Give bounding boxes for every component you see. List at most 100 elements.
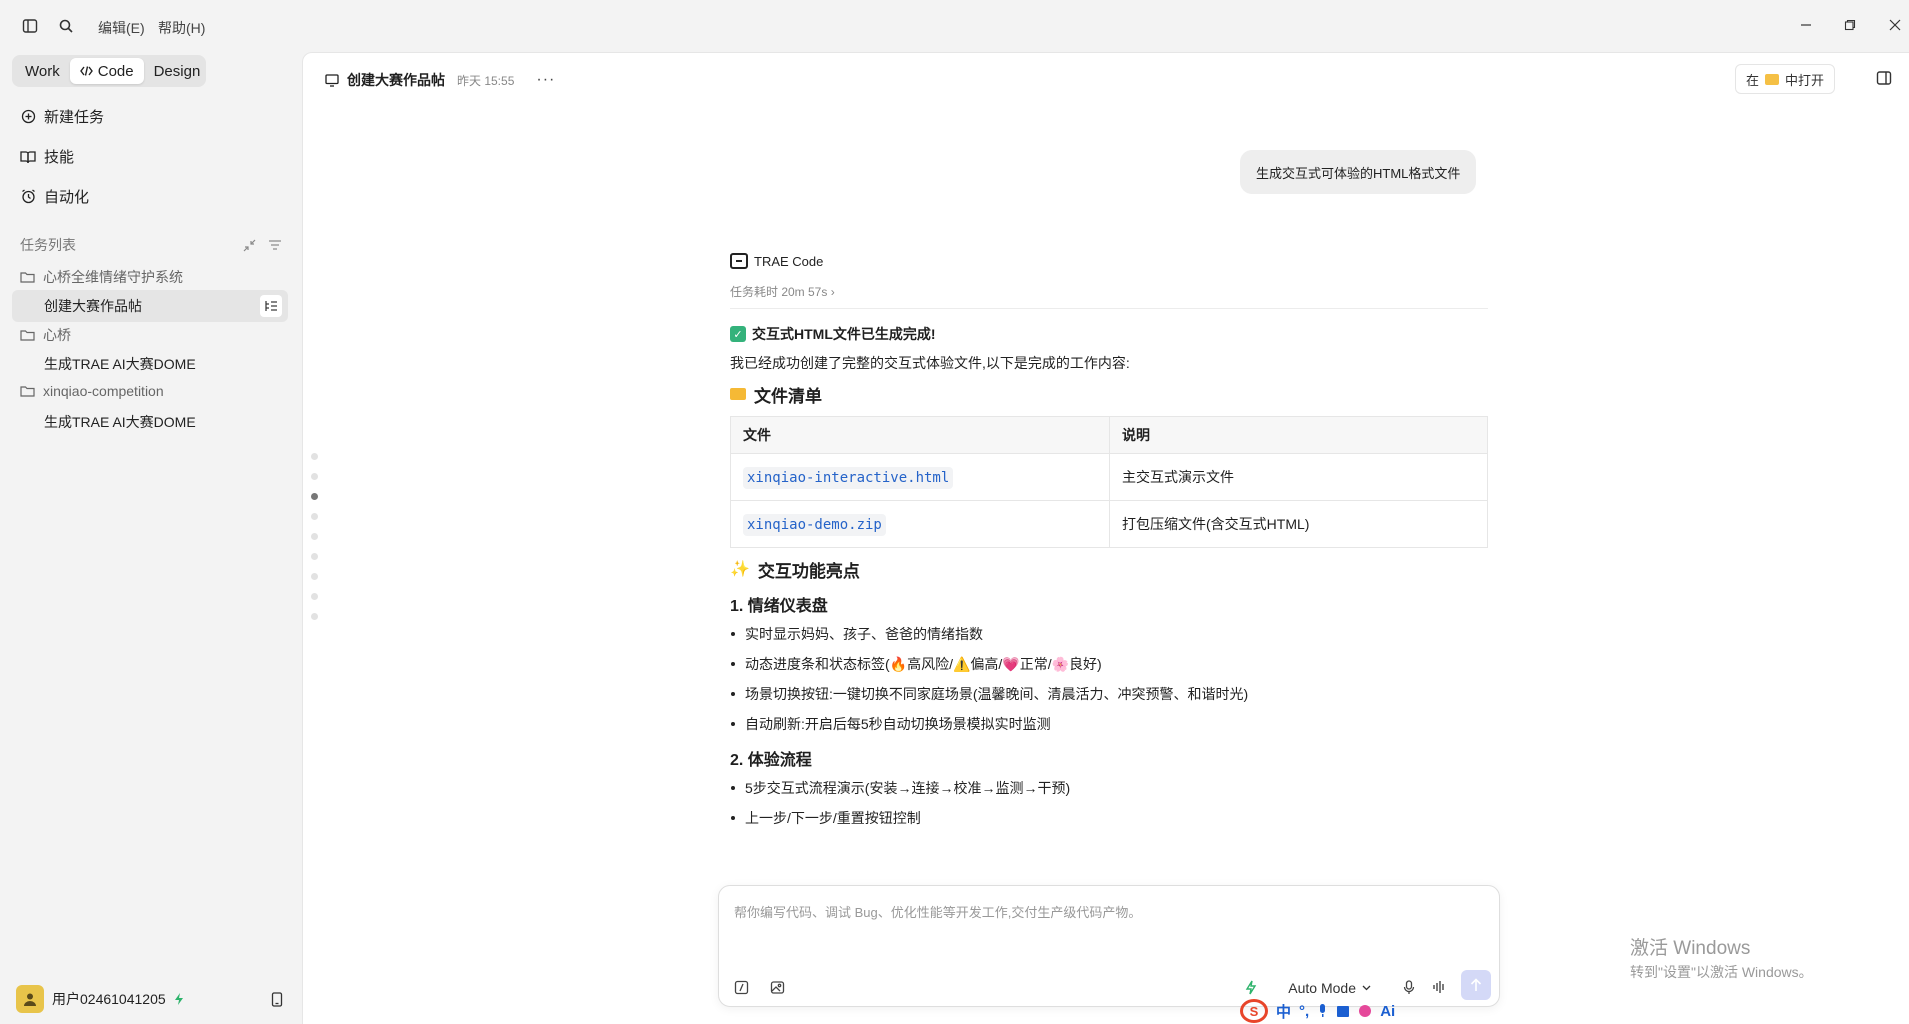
mode-code-label: Code [97,62,134,80]
avatar[interactable] [16,985,44,1013]
restore-icon[interactable] [1839,14,1861,36]
task-list-title: 任务列表 [20,237,76,253]
task-item-label: 生成TRAE AI大赛DOME [44,414,196,430]
task-item[interactable]: 生成TRAE AI大赛DOME [12,348,288,380]
done-heading-text: 交互式HTML文件已生成完成! [752,326,936,342]
menu-edit[interactable]: 编辑(E) [98,18,145,38]
user-name: 用户02461041205 [52,991,166,1007]
right-panel-toggle-icon[interactable] [1875,69,1893,87]
nav-automation-label: 自动化 [44,189,90,206]
mode-design-button[interactable]: Design [144,58,211,84]
tablet-icon[interactable] [268,990,286,1008]
monitor-icon [325,73,339,87]
table-cell-file: xinqiao-demo.zip [730,500,1110,548]
table-cell-file: xinqiao-interactive.html [730,453,1110,501]
task-item-label: 生成TRAE AI大赛DOME [44,356,196,372]
minimap-dot[interactable] [311,453,318,460]
filter-icon[interactable] [268,239,282,252]
mode-code-button[interactable]: Code [69,58,144,84]
folder-icon [20,385,35,397]
task-duration-label: 任务耗时 20m 57s [730,285,828,299]
trae-logo-icon [730,253,748,269]
table-cell-desc: 打包压缩文件(含交互式HTML) [1122,516,1310,532]
chevron-right-icon: › [830,285,835,299]
nav-new-task[interactable]: 新建任务 [20,106,104,127]
sidebar-toggle-icon[interactable] [21,17,39,35]
check-icon: ✓ [730,326,746,342]
lightning-icon[interactable] [1242,978,1260,996]
open-in-suffix: 中打开 [1784,72,1824,88]
mode-select[interactable]: Auto Mode [1288,980,1371,996]
microphone-icon[interactable] [1317,1004,1328,1018]
list-item: 上一步/下一步/重置按钮控制 [730,808,1488,838]
minimap-dot[interactable] [311,593,318,600]
microphone-icon[interactable] [1400,978,1418,996]
menu-help[interactable]: 帮助(H) [158,18,205,38]
done-heading: ✓ 交互式HTML文件已生成完成! [730,322,1488,346]
ime-mode-label[interactable]: 中 [1276,1001,1291,1022]
task-item-active[interactable]: 创建大赛作品帖 [12,290,288,322]
plus-circle-icon [20,109,36,125]
table-header: 说明 [1109,416,1488,454]
intro-text: 我已经成功创建了完整的交互式体验文件,以下是完成的工作内容: [730,355,1130,371]
image-attach-icon[interactable] [768,978,786,996]
task-group-1[interactable]: 心桥全维情绪守护系统 [20,267,183,287]
minimap-dot-active[interactable] [311,493,318,500]
task-list-view-icon[interactable] [260,295,282,317]
minimap-dot[interactable] [311,573,318,580]
task-group-name: 心桥 [43,327,71,343]
highlights-heading-text: 交互功能亮点 [757,561,860,581]
conversation-header: 创建大赛作品帖 昨天 15:55 ··· [325,70,555,90]
table-row: xinqiao-demo.zip 打包压缩文件(含交互式HTML) [730,500,1488,548]
task-item[interactable]: 生成TRAE AI大赛DOME [12,406,288,438]
table-header: 文件 [730,416,1110,454]
more-options-icon[interactable]: ··· [536,71,555,89]
skin-icon[interactable] [1358,1004,1372,1018]
table-row: xinqiao-interactive.html 主交互式演示文件 [730,453,1488,501]
file-name[interactable]: xinqiao-interactive.html [743,466,954,489]
list-item: 5步交互式流程演示(安装→连接→校准→监测→干预) [730,778,1488,808]
voice-wave-icon[interactable] [1430,978,1448,996]
file-name[interactable]: xinqiao-demo.zip [743,513,886,536]
bullet-list: 实时显示妈妈、孩子、爸爸的情绪指数 动态进度条和状态标签(🔥高风险/⚠️偏高/💗… [730,624,1488,744]
ime-ai-label[interactable]: Ai [1380,1003,1395,1020]
keyboard-icon[interactable] [1336,1005,1350,1018]
close-icon[interactable] [1884,14,1906,36]
file-table: 文件 说明 xinqiao-interactive.html 主交互式演示文件 … [730,416,1488,548]
send-button[interactable] [1461,970,1491,1000]
minimap-dot[interactable] [311,553,318,560]
conversation-minimap[interactable] [311,453,318,633]
alarm-clock-icon [20,189,36,205]
collapse-icon[interactable] [243,239,256,252]
prompt-composer[interactable]: 帮你编写代码、调试 Bug、优化性能等开发工作,交付生产级代码产物。 Auto … [718,885,1500,1007]
files-heading-text: 文件清单 [754,386,822,406]
slash-command-icon[interactable] [732,978,750,996]
task-group-name: 心桥全维情绪守护系统 [43,269,183,285]
windows-activation-watermark: 激活 Windows 转到"设置"以激活 Windows。 [1630,933,1813,982]
prompt-input[interactable]: 帮你编写代码、调试 Bug、优化性能等开发工作,交付生产级代码产物。 [734,902,1141,921]
ime-toolbar[interactable]: S 中 °, Ai [1240,998,1395,1024]
table-cell-desc: 主交互式演示文件 [1109,453,1488,501]
minimize-icon[interactable] [1795,14,1817,36]
open-in-button[interactable]: 在 中打开 [1734,64,1835,94]
nav-new-task-label: 新建任务 [44,109,105,126]
user-bar[interactable]: 用户02461041205 [16,984,286,1014]
task-group-3[interactable]: xinqiao-competition [20,383,164,399]
search-icon[interactable] [57,17,75,35]
minimap-dot[interactable] [311,473,318,480]
nav-automation[interactable]: 自动化 [20,186,89,207]
nav-skills[interactable]: 技能 [20,146,74,167]
sparkles-icon: ✨ [730,561,750,578]
conversation-title: 创建大赛作品帖 [347,72,445,88]
files-heading: 文件清单 [730,382,1488,406]
list-item: 自动刷新:开启后每5秒自动切换场景模拟实时监测 [730,714,1488,744]
punctuation-icon[interactable]: °, [1299,1003,1309,1020]
minimap-dot[interactable] [311,613,318,620]
book-icon [20,149,36,165]
mode-work-button[interactable]: Work [15,58,70,84]
task-group-2[interactable]: 心桥 [20,325,71,345]
task-duration[interactable]: 任务耗时 20m 57s › [730,285,1488,309]
minimap-dot[interactable] [311,513,318,520]
minimap-dot[interactable] [311,533,318,540]
bullet-list: 5步交互式流程演示(安装→连接→校准→监测→干预) 上一步/下一步/重置按钮控制 [730,778,1488,838]
